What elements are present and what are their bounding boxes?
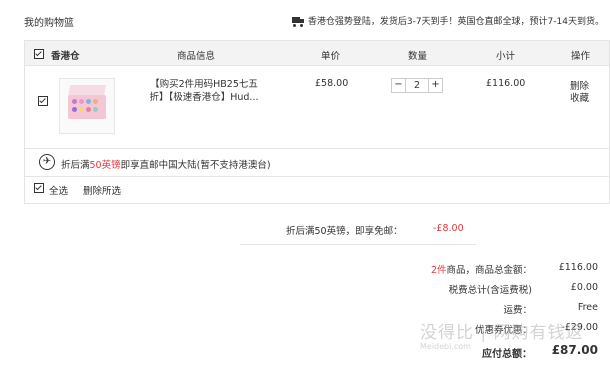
coupon-label: 优惠券优惠： [474,325,532,336]
watermark: 没得比 | 网购有钱返 Meidebi.com [420,318,610,362]
cart-item-row: 【购买2件用码HB25七五 折】【极速香港仓】Hud... £58.00 − 2… [25,66,609,146]
shipping-note-text: 香港仓强势登陆，发货后3-7天到手！英国仓直邮全球，预计7-14天到货。 [307,17,604,27]
column-actions: 操作 [571,51,591,62]
item-select-checkbox[interactable] [38,96,48,106]
total-label: 应付总额： [482,349,532,360]
product-name-link[interactable]: 【购买2件用码HB25七五 折】【极速香港仓】Hud... [143,78,265,104]
column-quantity: 数量 [408,51,428,62]
promo-text: 折后满50英镑即享直邮中国大陆(暂不支持港澳台) [61,157,271,171]
column-product-info: 商品信息 [177,51,216,62]
discount-label: 折后满50英镑，即享免邮： [286,226,403,237]
shipping-value: Free [577,302,598,313]
warehouse-label: 香港仓 [51,51,80,62]
page-title: 我的购物篮 [24,18,74,29]
select-all-checkbox[interactable] [34,183,44,193]
promo-prefix: 折后满 [61,160,90,171]
cart-footer: 全选 删除所选 [25,177,609,201]
header-select-checkbox[interactable] [34,49,44,59]
watermark-text: 没得比 | 网购有钱返 [420,323,584,343]
quantity-input[interactable]: 2 [406,78,428,93]
quantity-stepper: − 2 + [391,78,443,93]
unit-price: £58.00 [315,78,349,89]
column-subtotal: 小计 [496,51,516,62]
item-subtotal: £116.00 [486,78,526,89]
favorite-link[interactable]: 收藏 [570,90,589,104]
goods-count-label: 2件商品，商品总金额： [431,262,532,276]
goods-total-label: 商品，商品总金额： [446,265,532,276]
cart-header: 香港仓 商品信息 单价 数量 小计 操作 [25,41,609,66]
tax-value: £0.00 [570,282,598,293]
discount-value: -£8.00 [433,223,464,234]
promo-suffix: 即享直邮中国大陆(暂不支持港澳台) [120,160,271,171]
product-name-line2: 折】【极速香港仓】Hud... [149,92,259,103]
goods-count: 2件 [430,265,447,276]
truck-icon [291,16,304,27]
discount-line: 折后满50英镑，即享免邮： -£8.00 [240,220,476,245]
cart-table: 香港仓 商品信息 单价 数量 小计 操作 【购买2件用码HB25七五 折】【极速… [24,40,610,204]
decrease-quantity-button[interactable]: − [391,78,406,93]
product-thumbnail[interactable] [59,78,115,134]
increase-quantity-button[interactable]: + [428,78,443,93]
shipping-label: 运费： [503,305,532,316]
column-unit-price: 单价 [321,51,341,62]
free-shipping-promo: ✈ 折后满50英镑即享直邮中国大陆(暂不支持港澳台) [25,148,609,177]
tax-label: 税费总计(含运费税) [448,285,532,296]
watermark-url: Meidebi.com [420,342,471,351]
product-name-line1: 【购买2件用码HB25七五 [150,79,258,90]
promo-amount: 50英镑 [89,160,121,171]
total-value: £87.00 [551,343,598,357]
coupon-value: -£29.00 [561,322,598,333]
goods-total: £116.00 [558,262,598,273]
shipping-note: 香港仓强势登陆，发货后3-7天到手！英国仓直邮全球，预计7-14天到货。 [291,14,604,27]
airplane-icon: ✈ [39,154,55,170]
select-all-label[interactable]: 全选 [49,183,68,197]
delete-selected-link[interactable]: 删除所选 [83,183,121,197]
